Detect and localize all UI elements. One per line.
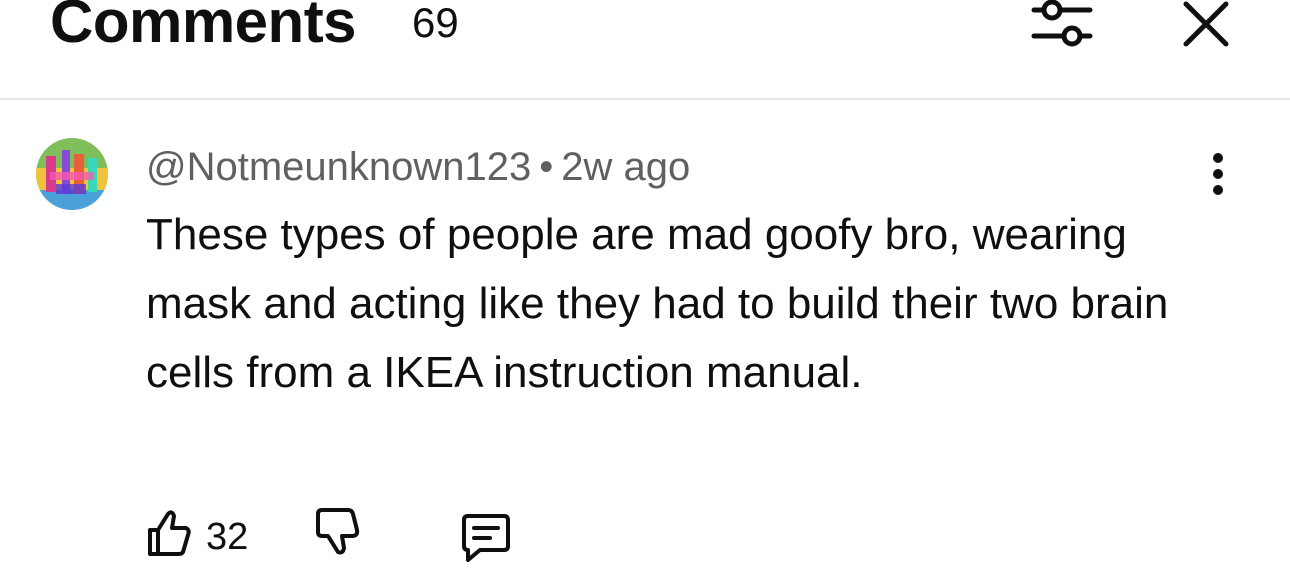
comment-item: @Notmeunknown123 • 2w ago These types of p… [0, 100, 1290, 562]
thumbs-up-icon [148, 510, 191, 556]
thumbs-down-icon [316, 508, 360, 555]
more-options-button[interactable] [1196, 148, 1240, 204]
close-icon [1183, 1, 1229, 47]
avatar-image [36, 138, 108, 210]
close-button[interactable] [1178, 0, 1234, 52]
comment-text: These types of people are mad goofy bro,… [146, 210, 1169, 397]
comment-time: 2w ago [561, 145, 691, 189]
comment-author[interactable]: @Notmeunknown123 [146, 145, 531, 189]
reply-button[interactable] [460, 512, 512, 562]
reply-icon [462, 514, 510, 562]
sliders-icon [1031, 0, 1093, 47]
dislike-button[interactable] [314, 508, 360, 558]
meta-separator: • [539, 145, 554, 189]
filter-button[interactable] [1026, 0, 1098, 54]
more-vertical-icon [1213, 153, 1223, 195]
like-button[interactable] [146, 508, 192, 558]
comments-count: 69 [412, 0, 459, 46]
like-count: 32 [206, 516, 249, 558]
avatar[interactable] [36, 138, 108, 210]
comment-meta: @Notmeunknown123 • 2w ago [146, 142, 690, 192]
comments-header: Comments 69 [0, 0, 1290, 100]
comments-title: Comments [50, 0, 357, 55]
